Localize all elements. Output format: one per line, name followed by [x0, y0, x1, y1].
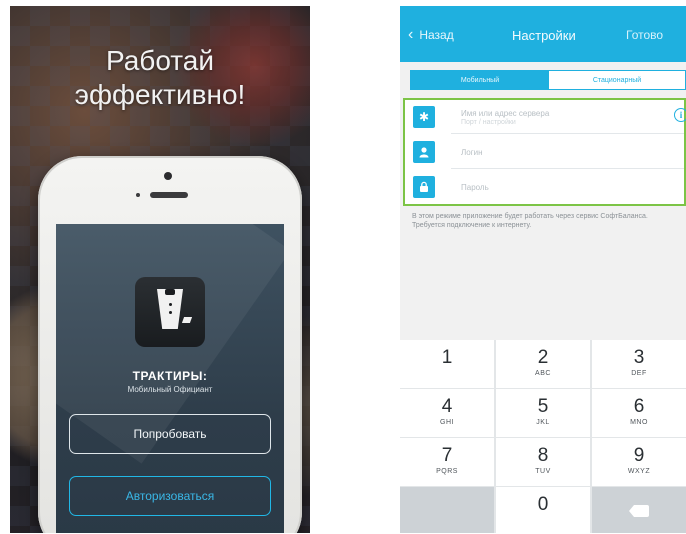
phone-mockup: ТРАКТИРЫ: Мобильный Официант Попробовать… — [38, 156, 302, 533]
try-button[interactable]: Попробовать — [69, 414, 271, 454]
done-button[interactable]: Готово — [626, 28, 663, 42]
password-field[interactable]: Пароль — [405, 170, 684, 204]
key-6[interactable]: 6 MNO — [592, 389, 686, 437]
key-1[interactable]: 1 — [400, 340, 494, 388]
promo-panel: Работай эффективно! ТРАКТИРЫ: Мобильный … — [10, 6, 310, 533]
app-subtitle: Мобильный Официант — [127, 385, 213, 394]
key-blank — [400, 487, 494, 533]
camera-dot — [164, 172, 172, 180]
numeric-keypad: 1 2 ABC 3 DEF 4 GHI 5 JKL 6 MNO 7 PQRS 8… — [400, 340, 686, 533]
port-field-placeholder: Порт / настройки — [461, 119, 516, 126]
back-label: Назад — [419, 28, 454, 42]
server-field-placeholder: Имя или адрес сервера — [461, 109, 550, 118]
connection-form: ✱ Имя или адрес сервера Порт / настройки… — [403, 98, 686, 206]
segment-mobile[interactable]: Мобильный — [411, 71, 549, 89]
backspace-icon — [629, 505, 649, 517]
chevron-left-icon: ‹ — [408, 26, 414, 43]
key-7[interactable]: 7 PQRS — [400, 438, 494, 486]
promo-headline: Работай эффективно! — [74, 45, 246, 110]
info-icon[interactable]: i — [674, 108, 686, 122]
auth-button[interactable]: Авторизоваться — [69, 476, 271, 516]
phone-screen: ТРАКТИРЫ: Мобильный Официант Попробовать… — [56, 224, 284, 533]
mode-segmented-control: Мобильный Стационарный — [410, 70, 686, 90]
waiter-logo-icon — [135, 277, 205, 347]
delete-key[interactable] — [592, 487, 686, 533]
user-icon — [413, 141, 435, 163]
back-button[interactable]: ‹ Назад — [408, 26, 454, 43]
nav-bar: ‹ Назад Настройки Готово — [400, 6, 686, 62]
segment-stationary[interactable]: Стационарный — [549, 71, 685, 89]
lock-icon — [413, 176, 435, 198]
password-placeholder: Пароль — [461, 183, 489, 192]
key-2[interactable]: 2 ABC — [496, 340, 590, 388]
login-field[interactable]: Логин — [405, 135, 684, 169]
login-placeholder: Логин — [461, 148, 483, 157]
key-8[interactable]: 8 TUV — [496, 438, 590, 486]
page-title: Настройки — [512, 28, 576, 43]
key-3[interactable]: 3 DEF — [592, 340, 686, 388]
settings-panel: ‹ Назад Настройки Готово Мобильный Стаци… — [400, 6, 686, 533]
speaker-slot — [150, 192, 188, 198]
key-4[interactable]: 4 GHI — [400, 389, 494, 437]
key-9[interactable]: 9 WXYZ — [592, 438, 686, 486]
server-field[interactable]: ✱ Имя или адрес сервера Порт / настройки… — [405, 100, 686, 134]
app-name: ТРАКТИРЫ: — [132, 369, 208, 383]
server-icon: ✱ — [413, 106, 435, 128]
key-0[interactable]: 0 — [496, 487, 590, 533]
mode-description: В этом режиме приложение будет работать … — [412, 213, 648, 229]
key-5[interactable]: 5 JKL — [496, 389, 590, 437]
sensor-dot — [136, 193, 140, 197]
